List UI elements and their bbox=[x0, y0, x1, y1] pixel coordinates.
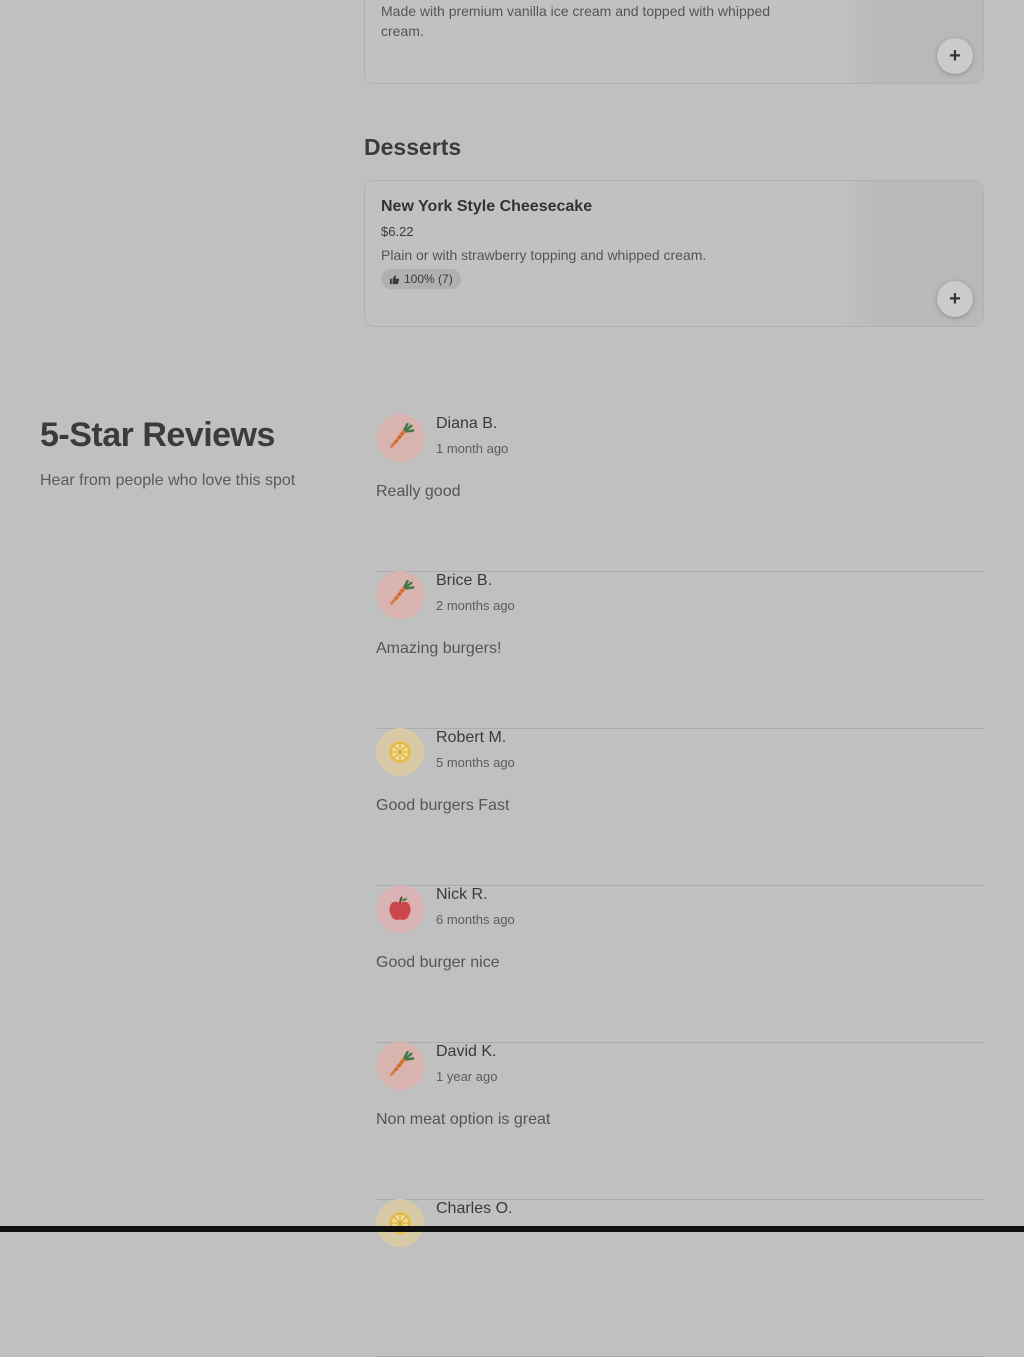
review-text: Good burgers Fast bbox=[376, 797, 510, 814]
review-date: 2 months ago bbox=[436, 598, 515, 613]
carrot-icon bbox=[385, 580, 415, 610]
add-item-button[interactable]: + bbox=[937, 38, 973, 74]
menu-item-card[interactable]: New York Style Cheesecake $6.22 Plain or… bbox=[364, 180, 984, 327]
item-name: New York Style Cheesecake bbox=[381, 198, 593, 215]
carrot-icon bbox=[385, 423, 415, 453]
rating-badge: 100% (7) bbox=[381, 269, 461, 289]
review-text: Good burger nice bbox=[376, 954, 500, 971]
item-description: Made with premium vanilla ice cream and … bbox=[381, 3, 771, 39]
review-date: 1 month ago bbox=[436, 441, 509, 456]
reviewer-name: Nick R. bbox=[436, 886, 488, 903]
reviewer-name: Charles O. bbox=[436, 1200, 513, 1217]
plus-icon: + bbox=[949, 287, 961, 310]
avatar bbox=[376, 728, 424, 776]
review-item: Diana B. 1 month ago Really good bbox=[376, 414, 984, 572]
add-item-button[interactable]: + bbox=[937, 281, 973, 317]
avatar bbox=[376, 885, 424, 933]
reviewer-name: Diana B. bbox=[436, 415, 498, 432]
lemon-icon bbox=[385, 1208, 415, 1238]
avatar bbox=[376, 414, 424, 462]
apple-icon bbox=[385, 894, 415, 924]
plus-icon: + bbox=[949, 44, 961, 67]
avatar bbox=[376, 571, 424, 619]
review-text: Amazing burgers! bbox=[376, 640, 502, 657]
review-item: Brice B. 2 months ago Amazing burgers! bbox=[376, 571, 984, 729]
review-date: 1 year ago bbox=[436, 1069, 498, 1084]
reviews-subtitle: Hear from people who love this spot bbox=[40, 472, 296, 489]
avatar bbox=[376, 1199, 424, 1247]
review-date: 5 months ago bbox=[436, 755, 515, 770]
avatar bbox=[376, 1042, 424, 1090]
lemon-icon bbox=[385, 737, 415, 767]
item-rating: 100% (7) bbox=[381, 269, 461, 290]
review-text: Non meat option is great bbox=[376, 1111, 551, 1128]
review-item: Charles O. bbox=[376, 1199, 984, 1357]
carrot-icon bbox=[385, 1051, 415, 1081]
item-price: $6.22 bbox=[381, 224, 414, 239]
review-text: Really good bbox=[376, 483, 461, 500]
reviewer-name: David K. bbox=[436, 1043, 497, 1060]
item-description: Plain or with strawberry topping and whi… bbox=[381, 247, 707, 263]
bottom-bar bbox=[0, 1226, 1024, 1232]
thumbs-up-icon bbox=[389, 274, 400, 284]
menu-item-card[interactable]: Made with premium vanilla ice cream and … bbox=[364, 0, 984, 84]
review-item: Robert M. 5 months ago Good burgers Fast bbox=[376, 728, 984, 886]
review-item: David K. 1 year ago Non meat option is gre… bbox=[376, 1042, 984, 1200]
reviews-title: 5-Star Reviews bbox=[40, 416, 275, 454]
rating-text: 100% (7) bbox=[404, 272, 453, 286]
reviewer-name: Robert M. bbox=[436, 729, 507, 746]
reviewer-name: Brice B. bbox=[436, 572, 493, 589]
review-item: Nick R. 6 months ago Good burger nice bbox=[376, 885, 984, 1043]
review-date: 6 months ago bbox=[436, 912, 515, 927]
section-title-desserts: Desserts bbox=[364, 134, 462, 160]
